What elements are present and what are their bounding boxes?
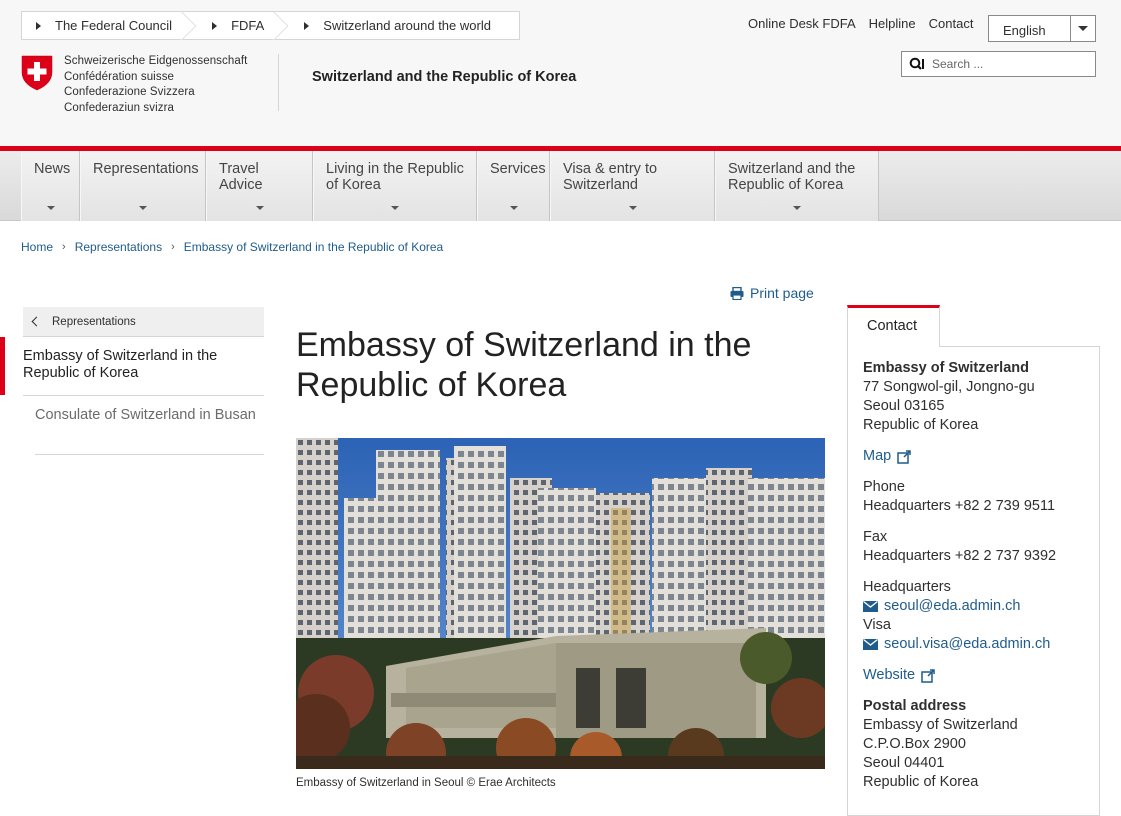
chevron-left-icon <box>31 316 42 327</box>
contact-link[interactable]: Contact <box>929 16 974 31</box>
postal-line: Seoul 04401 <box>863 755 945 771</box>
federation-names: Schweizerische Eidgenossenschaft Confédé… <box>64 55 248 114</box>
nav-item-visa[interactable]: Visa & entry to Switzerland <box>550 151 715 221</box>
contact-panel: Embassy of Switzerland 77 Songwol-gil, J… <box>847 346 1100 816</box>
address-line: Republic of Korea <box>863 417 979 433</box>
chevron-right-icon: › <box>171 241 175 253</box>
printer-icon <box>730 286 744 300</box>
envelope-icon <box>863 639 878 650</box>
breadcrumb: Home › Representations › Embassy of Swit… <box>21 240 443 254</box>
header: The Federal Council FDFA Switzerland aro… <box>0 0 1121 148</box>
subnav-item-active[interactable]: Embassy of Switzerland in the Republic o… <box>0 337 264 395</box>
tab-contact[interactable]: Contact <box>847 305 940 347</box>
chevron-right-icon: › <box>62 241 66 253</box>
caret-down-icon <box>509 206 518 210</box>
chevron-down-icon[interactable] <box>1070 16 1095 41</box>
embassy-photo <box>296 438 825 769</box>
visa-label: Visa <box>863 617 891 633</box>
caret-right-icon <box>212 21 218 30</box>
fax-value: Headquarters +82 2 737 9392 <box>863 548 1057 564</box>
nav-item-representations[interactable]: Representations <box>80 151 206 221</box>
breadcrumb-home[interactable]: Home <box>21 240 53 254</box>
search-icon[interactable] <box>902 57 932 71</box>
subnav-item-busan[interactable]: Consulate of Switzerland in Busan <box>35 407 264 424</box>
divider <box>35 454 264 455</box>
breadcrumb-representations[interactable]: Representations <box>75 240 162 254</box>
map-link[interactable]: Map <box>863 447 1093 466</box>
nav-item-services[interactable]: Services <box>477 151 550 221</box>
photo-caption: Embassy of Switzerland in Seoul © Erae A… <box>296 777 556 789</box>
visa-email-link[interactable]: seoul.visa@eda.admin.ch <box>863 635 1093 654</box>
contact-name: Embassy of Switzerland <box>863 360 1029 376</box>
nav-item-travel-advice[interactable]: Travel Advice <box>206 151 313 221</box>
caret-down-icon <box>391 206 399 210</box>
phone-label: Phone <box>863 479 905 495</box>
federal-breadcrumb-fdfa[interactable]: FDFA <box>198 12 290 39</box>
website-link[interactable]: Website <box>863 666 1093 685</box>
language-select[interactable]: English <box>988 15 1096 42</box>
nav-item-living[interactable]: Living in the Republic of Korea <box>313 151 477 221</box>
page-title: Embassy of Switzerland in the Republic o… <box>296 326 752 404</box>
caret-right-icon <box>304 21 310 30</box>
search-box[interactable]: Search ... <box>901 51 1096 77</box>
headquarters-email-link[interactable]: seoul@eda.admin.ch <box>863 597 1093 616</box>
header-divider <box>278 54 279 111</box>
postal-line: Republic of Korea <box>863 774 979 790</box>
helpline-link[interactable]: Helpline <box>869 16 916 31</box>
subnav-back-representations[interactable]: Representations <box>23 307 264 337</box>
search-input[interactable]: Search ... <box>932 57 983 71</box>
caret-down-icon <box>46 206 55 210</box>
caret-down-icon <box>139 206 147 210</box>
postal-line: Embassy of Switzerland <box>863 717 1018 733</box>
divider <box>23 395 264 396</box>
postal-address-label: Postal address <box>863 698 967 714</box>
site-title[interactable]: Switzerland and the Republic of Korea <box>312 69 576 85</box>
fax-label: Fax <box>863 529 888 545</box>
external-link-icon <box>921 668 935 683</box>
address-line: 77 Songwol-gil, Jongno-gu <box>863 379 1035 395</box>
federal-breadcrumb-switzerland-world[interactable]: Switzerland around the world <box>290 12 517 39</box>
caret-down-icon <box>255 206 264 210</box>
caret-right-icon <box>36 21 41 30</box>
language-value: English <box>1003 22 1046 38</box>
main-nav: News Representations Travel Advice Livin… <box>0 151 1121 221</box>
nav-item-switzerland-korea[interactable]: Switzerland and the Republic of Korea <box>715 151 879 221</box>
caret-down-icon <box>628 206 637 210</box>
federal-breadcrumb-federal-council[interactable]: The Federal Council <box>22 12 198 39</box>
envelope-icon <box>863 601 878 612</box>
postal-line: C.P.O.Box 2900 <box>863 736 966 752</box>
address-line: Seoul 03165 <box>863 398 945 414</box>
online-desk-link[interactable]: Online Desk FDFA <box>748 16 856 31</box>
print-page-link[interactable]: Print page <box>730 285 814 301</box>
nav-item-news[interactable]: News <box>21 151 80 221</box>
breadcrumb-current[interactable]: Embassy of Switzerland in the Republic o… <box>184 240 443 254</box>
swiss-shield-logo[interactable] <box>21 55 53 96</box>
caret-down-icon <box>793 206 801 210</box>
headquarters-label: Headquarters <box>863 579 951 595</box>
service-links: Online Desk FDFA Helpline Contact <box>748 16 973 31</box>
federal-breadcrumb: The Federal Council FDFA Switzerland aro… <box>21 11 520 40</box>
contact-box: Contact Embassy of Switzerland 77 Songwo… <box>847 305 1100 816</box>
embassy-photo-illustration <box>296 438 825 769</box>
phone-value: Headquarters +82 2 739 9511 <box>863 498 1056 514</box>
external-link-icon <box>897 449 911 464</box>
